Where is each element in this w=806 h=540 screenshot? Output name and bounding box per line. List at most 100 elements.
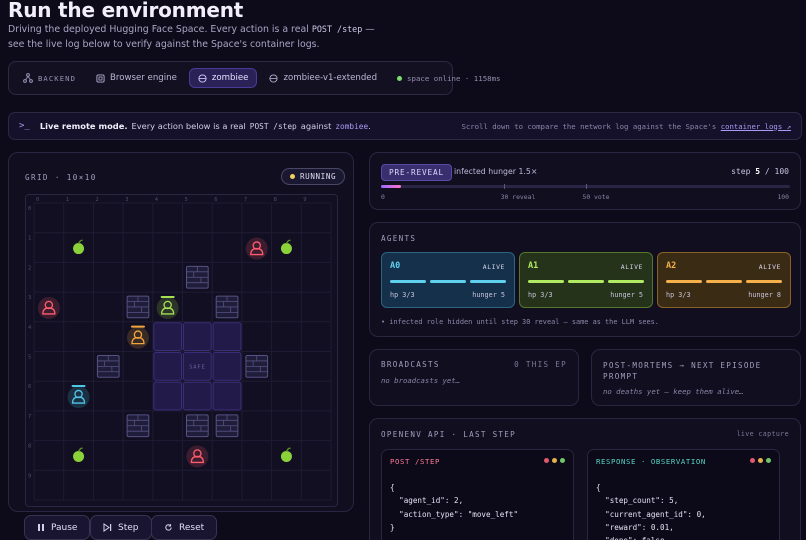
step-icon: [103, 523, 112, 532]
safe-zone-cell: [212, 381, 242, 411]
remote-mode-text-mid: against: [300, 121, 332, 131]
row-label: 2: [28, 265, 31, 271]
food-leaf-icon: [285, 239, 291, 244]
broadcasts-empty: no broadcasts yet…: [381, 376, 461, 385]
reset-button[interactable]: Reset: [151, 515, 218, 540]
agent-a1-icon-hp-bar: [160, 295, 175, 298]
agent-status: ALIVE: [758, 263, 781, 271]
step-total: 100: [774, 167, 789, 176]
hp-pip: [706, 280, 742, 283]
container-logs-link[interactable]: container logs ↗: [721, 122, 791, 131]
agents-note: • infected role hidden until step 30 rev…: [381, 318, 659, 326]
backend-option-browser-engine[interactable]: Browser engine: [88, 69, 185, 87]
hp-pip: [666, 280, 702, 283]
hp-pip: [390, 280, 426, 283]
agent-hp: hp 3/3: [528, 291, 553, 299]
hp-pip: [528, 280, 564, 283]
col-label: 7: [244, 197, 247, 203]
status-dot-icon: [397, 75, 403, 81]
step-label: Step: [118, 522, 139, 533]
reset-icon: [165, 524, 172, 531]
safe-zone-cell: [153, 322, 183, 352]
step-button[interactable]: Step: [90, 515, 152, 540]
remote-mode-banner: >_ Live remote mode. Every action below …: [8, 112, 802, 140]
step-current: 5: [755, 167, 761, 176]
post-mortems-label: POST-MORTEMS → NEXT EPISODE PROMPT: [603, 361, 762, 381]
page-subtitle: Driving the deployed Hugging Face Space.…: [8, 22, 388, 52]
broadcasts-panel: BROADCASTS 0 THIS EP no broadcasts yet…: [369, 349, 579, 406]
backend-option-zombiee-v1-extended[interactable]: zombiee-v1-extended: [261, 69, 385, 87]
pause-button[interactable]: Pause: [24, 515, 91, 540]
backend-label-text: BACKEND: [38, 73, 76, 83]
game-board[interactable]: 0 1 2 3 4 5 6 7 8 9 0 1 2 3 4 5 6 7 8 9 SAFE: [25, 194, 338, 507]
row-label: 1: [28, 236, 31, 242]
network-icon: [23, 73, 33, 83]
running-text: RUNNING: [300, 172, 337, 181]
remote-mode-title: Live remote mode.: [39, 121, 128, 131]
row-label: 3: [28, 295, 31, 301]
hp-pip: [746, 280, 782, 283]
safe-zone-cell: [183, 322, 212, 352]
col-label: 8: [274, 197, 277, 203]
grid-label: GRID · 10×10: [25, 173, 97, 182]
row-label: 7: [28, 414, 31, 420]
backend-selector: BACKEND Browser engine zombiee zombiee-v…: [8, 61, 501, 95]
request-title: POST /STEP: [390, 457, 440, 466]
running-badge: RUNNING: [281, 168, 346, 185]
backend-label: BACKEND: [15, 69, 84, 87]
agent-card-a1[interactable]: A1 ALIVE hp 3/3 hunger 5: [519, 252, 653, 308]
agent-a2-icon-hp-bar: [130, 325, 145, 328]
col-label: 4: [155, 197, 159, 203]
post-mortems-panel: POST-MORTEMS → NEXT EPISODE PROMPT no de…: [591, 349, 801, 406]
backend-option-zombiee[interactable]: zombiee: [188, 68, 258, 88]
col-label: 0: [36, 197, 39, 203]
progress-tick-label: 0: [381, 193, 385, 201]
backend-option-label: zombiee: [211, 73, 249, 83]
globe-icon: [198, 73, 207, 83]
window-lights-icon: [750, 458, 771, 463]
pre-reveal-badge: PRE-REVEAL: [381, 164, 452, 181]
response-body: { "step_count": 5, "current_agent_id": 0…: [596, 483, 706, 540]
api-label: OPENENV API · LAST STEP: [381, 430, 517, 439]
food-leaf-icon: [77, 447, 83, 452]
col-label: 6: [214, 197, 217, 203]
subtitle-code: POST /step: [311, 24, 363, 34]
hp-pip: [470, 280, 506, 283]
row-label: 5: [28, 355, 31, 361]
col-label: 5: [185, 197, 188, 203]
step-progress-fill: [381, 185, 402, 188]
row-label: 8: [28, 444, 31, 450]
safe-zone-cell: [212, 352, 242, 381]
browser-icon: [96, 73, 105, 83]
request-box: POST /STEP { "agent_id": 2, "action_type…: [381, 449, 574, 540]
remote-mode-code: POST /step: [249, 121, 297, 131]
remote-mode-text-end: .: [368, 121, 371, 131]
agent-status: ALIVE: [620, 263, 643, 271]
safe-zone-cell: [212, 322, 242, 352]
space-status: space online · 1158ms: [389, 70, 508, 87]
agent-card-a0[interactable]: A0 ALIVE hp 3/3 hunger 5: [381, 252, 515, 308]
subtitle-text: Driving the deployed Hugging Face Space.…: [8, 24, 309, 35]
step-sep: /: [764, 167, 770, 176]
window-lights-icon: [544, 458, 565, 463]
remote-mode-text: Every action below is a real: [131, 121, 246, 131]
row-label: 9: [28, 473, 31, 479]
agents-panel: AGENTS A0 ALIVE hp 3/3 hunger 5 A1 ALIVE hp 3/…: [369, 222, 801, 337]
progress-tick-label: 100: [777, 193, 789, 201]
progress-tick-mark: [503, 184, 505, 189]
backend-option-label: Browser engine: [110, 73, 177, 83]
agent-hp-bars: [528, 280, 644, 283]
broadcasts-label: BROADCASTS: [381, 360, 440, 369]
agent-card-a2[interactable]: A2 ALIVE hp 3/3 hunger 8: [657, 252, 791, 308]
safe-zone-cell: [153, 352, 183, 381]
row-label: 6: [28, 384, 31, 390]
space-status-text: space online · 1158ms: [407, 73, 501, 83]
col-label: 9: [303, 197, 306, 203]
step-prefix: step: [731, 167, 751, 176]
agent-hunger: hunger 5: [610, 291, 643, 299]
pause-label: Pause: [51, 522, 78, 533]
hp-pip: [430, 280, 466, 283]
agents-label: AGENTS: [381, 234, 417, 243]
row-label: 0: [28, 206, 31, 212]
episode-status-panel: PRE-REVEAL infected hunger 1.5× step 5 /…: [369, 152, 801, 210]
